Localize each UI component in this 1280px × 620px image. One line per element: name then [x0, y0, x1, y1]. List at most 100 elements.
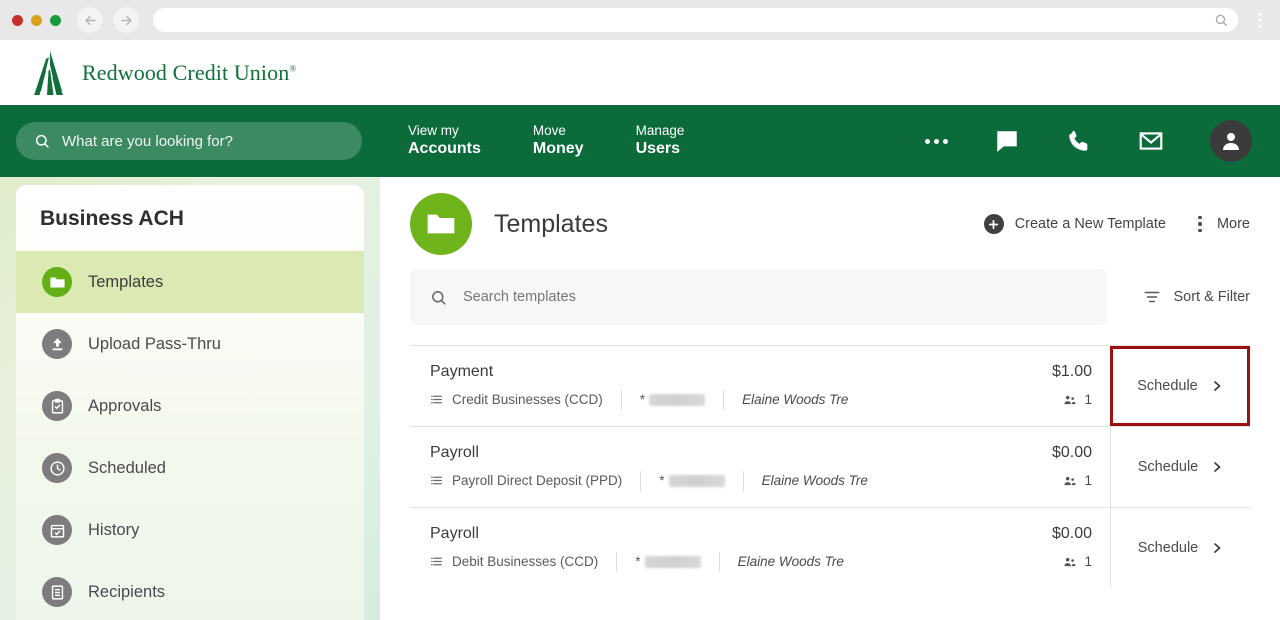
sidebar-item-upload-pass-thru[interactable]: Upload Pass-Thru — [16, 313, 364, 375]
template-name: Payroll — [430, 524, 479, 542]
main-content: Templates Create a New Template More Sea… — [380, 177, 1280, 620]
search-icon — [35, 134, 49, 148]
more-button[interactable]: More — [1192, 215, 1250, 233]
chevron-right-icon — [1214, 462, 1221, 472]
recipient-count-value: 1 — [1084, 473, 1092, 488]
template-name: Payroll — [430, 443, 479, 461]
minimize-window-button[interactable] — [31, 14, 42, 26]
clock-icon — [42, 453, 72, 483]
nav-item-users-line2: Users — [635, 140, 681, 158]
list-icon — [42, 577, 72, 607]
search-row: Search templates Sort & Filter — [410, 269, 1250, 331]
window-controls — [12, 14, 61, 26]
template-owner: Elaine Woods Tre — [761, 473, 868, 488]
folder-icon — [410, 193, 472, 255]
recipient-count-value: 1 — [1084, 554, 1092, 569]
chevron-right-icon — [1213, 381, 1221, 391]
address-bar[interactable] — [153, 8, 1238, 32]
nav-item-accounts[interactable]: View my Accounts — [408, 123, 481, 160]
global-search-input[interactable]: What are you looking for? — [16, 122, 362, 160]
maximize-window-button[interactable] — [50, 14, 61, 26]
search-icon — [1215, 14, 1227, 26]
template-details: Payment $1.00 Credit Businesses (CCD) * — [410, 346, 1110, 426]
divider — [640, 470, 642, 491]
table-row[interactable]: Payment $1.00 Credit Businesses (CCD) * — [410, 345, 1250, 426]
nav-links: View my Accounts Move Money Manage Users — [408, 123, 736, 160]
create-new-template-button[interactable]: Create a New Template — [983, 214, 1166, 234]
nav-item-users-line1: Manage — [635, 122, 685, 138]
envelope-icon[interactable] — [1138, 128, 1164, 154]
template-type: Payroll Direct Deposit (PPD) — [430, 473, 622, 488]
sidebar-item-history[interactable]: History — [16, 499, 364, 561]
redacted-account-block — [649, 393, 706, 406]
sidebar: Business ACH Templates Upload Pass-Thru … — [16, 185, 364, 620]
schedule-label: Schedule — [1137, 459, 1199, 475]
people-icon — [1064, 557, 1077, 566]
sort-and-filter-label: Sort & Filter — [1173, 289, 1250, 305]
schedule-label: Schedule — [1137, 378, 1198, 394]
recipient-count: 1 — [1063, 473, 1092, 488]
template-amount: $1.00 — [1051, 362, 1092, 380]
more-label: More — [1216, 216, 1250, 232]
page-title: Templates — [494, 209, 608, 238]
template-details: Payroll $0.00 Payroll Direct Deposit (PP… — [410, 427, 1110, 507]
account-mask-char: * — [635, 554, 641, 569]
close-window-button[interactable] — [12, 14, 23, 26]
page-body: Business ACH Templates Upload Pass-Thru … — [0, 177, 1280, 620]
schedule-label: Schedule — [1137, 540, 1199, 556]
nav-item-money[interactable]: Move Money — [533, 123, 584, 160]
search-templates-input[interactable]: Search templates — [410, 269, 1108, 325]
schedule-button[interactable]: Schedule — [1110, 508, 1250, 588]
nav-item-money-line2: Money — [532, 140, 584, 158]
phone-icon[interactable] — [1066, 128, 1092, 154]
sidebar-item-upload-pass-thru-label: Upload Pass-Thru — [88, 334, 221, 353]
nav-item-money-line1: Move — [532, 122, 566, 138]
sidebar-item-templates[interactable]: Templates — [16, 251, 364, 313]
primary-navigation: What are you looking for? View my Accoun… — [0, 105, 1280, 177]
schedule-button[interactable]: Schedule — [1110, 346, 1250, 426]
chevron-right-icon — [1214, 543, 1221, 553]
browser-menu-icon[interactable] — [1248, 12, 1268, 28]
recipient-count: 1 — [1063, 554, 1092, 569]
filter-icon — [1144, 291, 1160, 303]
template-type-label: Payroll Direct Deposit (PPD) — [452, 473, 623, 488]
ellipsis-icon[interactable] — [925, 138, 948, 144]
forward-arrow-icon[interactable] — [113, 7, 139, 33]
create-new-template-label: Create a New Template — [1014, 216, 1166, 232]
schedule-button[interactable]: Schedule — [1110, 427, 1250, 507]
user-icon — [1223, 133, 1239, 150]
sidebar-item-recipients-label: Recipients — [88, 582, 166, 601]
nav-icons — [925, 120, 1252, 162]
template-type: Credit Businesses (CCD) — [430, 392, 603, 407]
sidebar-item-recipients[interactable]: Recipients — [16, 561, 364, 620]
template-owner: Elaine Woods Tre — [742, 392, 849, 407]
avatar[interactable] — [1210, 120, 1252, 162]
brand-name: Redwood Credit Union® — [82, 60, 296, 86]
template-type-label: Debit Businesses (CCD) — [452, 554, 599, 569]
search-icon — [432, 290, 446, 305]
sidebar-item-templates-label: Templates — [88, 272, 164, 291]
sidebar-item-scheduled[interactable]: Scheduled — [16, 437, 364, 499]
templates-list: Payment $1.00 Credit Businesses (CCD) * — [410, 345, 1250, 588]
table-row[interactable]: Payroll $0.00 Payroll Direct Deposit (PP… — [410, 426, 1250, 507]
sidebar-item-approvals[interactable]: Approvals — [16, 375, 364, 437]
global-search-placeholder: What are you looking for? — [62, 132, 233, 150]
account-masked: * — [639, 392, 706, 407]
template-details: Payroll $0.00 Debit Businesses (CCD) * E… — [410, 508, 1110, 588]
back-arrow-icon[interactable] — [77, 7, 103, 33]
nav-item-accounts-line1: View my — [408, 122, 459, 138]
browser-chrome — [0, 0, 1280, 40]
table-row[interactable]: Payroll $0.00 Debit Businesses (CCD) * E… — [410, 507, 1250, 588]
upload-icon — [42, 329, 72, 359]
header-actions: Create a New Template More — [983, 214, 1250, 234]
sort-and-filter-button[interactable]: Sort & Filter — [1143, 288, 1250, 306]
divider — [616, 551, 618, 572]
template-type-label: Credit Businesses (CCD) — [452, 392, 603, 407]
account-mask-char: * — [639, 392, 646, 407]
template-type: Debit Businesses (CCD) — [430, 554, 598, 569]
brand-name-text: Redwood Credit Union — [82, 59, 290, 85]
chat-icon[interactable] — [994, 128, 1020, 154]
sidebar-container: Business ACH Templates Upload Pass-Thru … — [0, 177, 380, 620]
nav-item-users[interactable]: Manage Users — [636, 123, 685, 160]
kebab-icon — [1192, 215, 1208, 233]
